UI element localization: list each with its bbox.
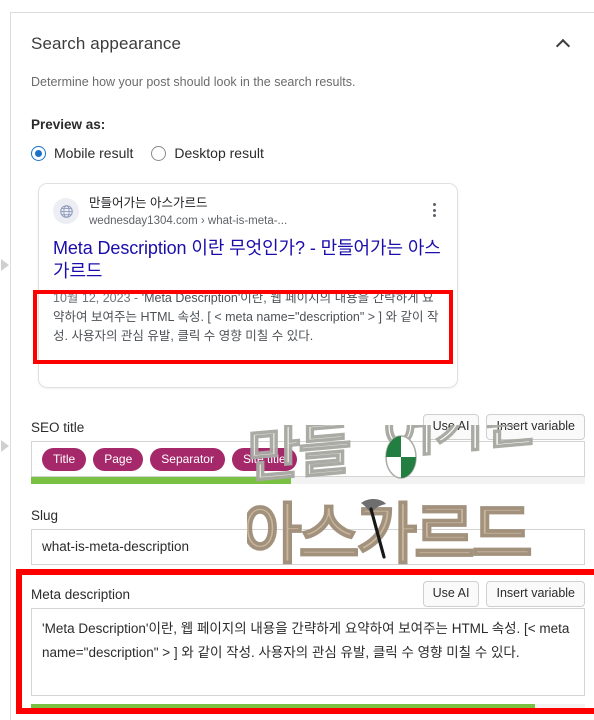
meta-description-length-progress-fill: [31, 704, 536, 711]
slug-section: Slug what-is-meta-description: [31, 501, 585, 565]
radio-mobile-result-indicator[interactable]: [31, 145, 46, 161]
meta-description-section: Meta description Use AI Insert variable …: [31, 580, 585, 711]
variable-pill-page[interactable]: Page: [93, 447, 144, 471]
seo-title-section: SEO title Use AI Insert variable Title P…: [31, 413, 585, 484]
meta-description-input[interactable]: 'Meta Description'이란, 웹 페이지의 내용을 간략하게 요약…: [31, 608, 585, 696]
seo-title-header: SEO title Use AI Insert variable: [31, 413, 585, 441]
page-title: Search appearance: [31, 34, 182, 53]
slug-label: Slug: [31, 507, 59, 523]
seo-title-insert-variable-button[interactable]: Insert variable: [486, 414, 585, 440]
meta-description-length-progress: [31, 704, 585, 711]
variable-pill-site-title[interactable]: Site title: [231, 447, 297, 471]
rail-marker-triangle-icon: [1, 440, 9, 452]
slug-header: Slug: [31, 501, 585, 529]
google-preview-site: 만들어가는 아스가르드 wednesday1304.com › what-is-…: [89, 196, 287, 228]
variable-pill-title[interactable]: Title: [42, 447, 87, 471]
chevron-up-icon: [555, 38, 571, 54]
radio-desktop-result-label: Desktop result: [174, 145, 264, 161]
more-vertical-icon[interactable]: [425, 199, 443, 221]
google-preview-date-separator: -: [134, 290, 139, 305]
google-preview-date: 10월 12, 2023: [53, 290, 131, 305]
meta-description-value: 'Meta Description'이란, 웹 페이지의 내용을 간략하게 요약…: [42, 621, 570, 660]
search-appearance-screen: Search appearance Determine how your pos…: [0, 0, 594, 720]
globe-icon: [53, 198, 79, 224]
radio-desktop-result-indicator[interactable]: [151, 145, 167, 161]
google-preview-title[interactable]: Meta Description 이란 무엇인가? - 만들어가는 아스가르드: [53, 237, 443, 284]
panel-description: Determine how your post should look in t…: [31, 75, 356, 89]
collapse-panel-button[interactable]: [550, 31, 576, 57]
seo-title-label: SEO title: [31, 419, 85, 435]
meta-description-use-ai-button[interactable]: Use AI: [422, 581, 480, 607]
meta-description-insert-variable-button[interactable]: Insert variable: [486, 581, 585, 607]
search-appearance-panel: Search appearance Determine how your pos…: [11, 13, 594, 720]
site-name: 만들어가는 아스가르드: [89, 196, 208, 210]
google-preview-header: 만들어가는 아스가르드 wednesday1304.com › what-is-…: [53, 196, 443, 228]
meta-description-actions: Use AI Insert variable: [422, 581, 585, 607]
site-url-breadcrumb: wednesday1304.com › what-is-meta-...: [89, 214, 288, 227]
meta-description-header: Meta description Use AI Insert variable: [31, 580, 585, 608]
preview-as-label: Preview as:: [31, 117, 106, 132]
seo-title-length-progress-fill: [31, 477, 292, 484]
slug-value: what-is-meta-description: [42, 539, 190, 555]
seo-title-variable-pills: Title Page Separator Site title: [42, 447, 297, 471]
seo-title-actions: Use AI Insert variable: [422, 414, 585, 440]
radio-desktop-result[interactable]: Desktop result: [151, 145, 264, 161]
radio-mobile-result[interactable]: Mobile result: [31, 145, 133, 161]
seo-title-length-progress: [31, 477, 585, 484]
slug-input[interactable]: what-is-meta-description: [31, 529, 585, 565]
radio-mobile-result-label: Mobile result: [54, 145, 134, 161]
google-preview-description: 10월 12, 2023 - 'Meta Description'이란, 웹 페…: [53, 289, 443, 346]
variable-pill-separator[interactable]: Separator: [150, 447, 225, 471]
panel-header: Search appearance: [11, 23, 594, 65]
google-preview-card: 만들어가는 아스가르드 wednesday1304.com › what-is-…: [38, 183, 458, 388]
seo-title-input[interactable]: Title Page Separator Site title: [31, 441, 585, 477]
seo-title-use-ai-button[interactable]: Use AI: [422, 414, 480, 440]
rail-marker-triangle-icon: [1, 259, 9, 271]
preview-as-radio-group: Mobile result Desktop result: [31, 145, 264, 161]
meta-description-label: Meta description: [31, 586, 131, 602]
